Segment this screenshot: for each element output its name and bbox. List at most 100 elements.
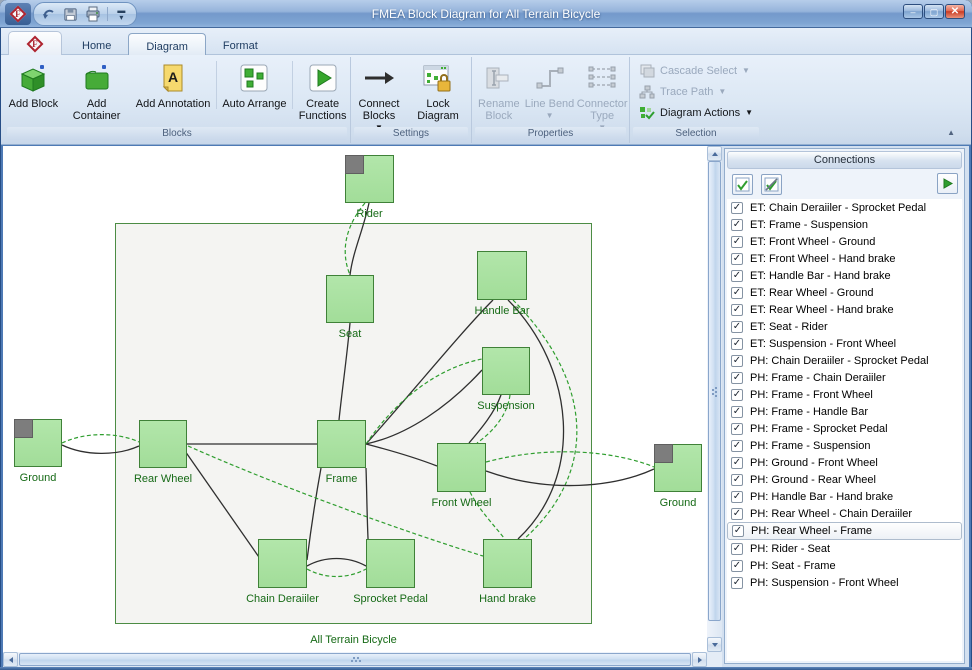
block-chain-deraiiler[interactable]	[258, 539, 307, 588]
connection-list-item[interactable]: ✓PH: Frame - Sprocket Pedal	[727, 420, 962, 437]
minimize-button[interactable]: –	[903, 4, 923, 19]
connection-list-item[interactable]: ✓ET: Handle Bar - Hand brake	[727, 267, 962, 284]
connection-checkbox[interactable]: ✓	[731, 372, 743, 384]
lock-diagram-button[interactable]: Lock Diagram	[405, 58, 471, 127]
scroll-left-button[interactable]	[3, 652, 18, 667]
connection-list-item[interactable]: ✓ET: Frame - Suspension	[727, 216, 962, 233]
connection-line[interactable]	[366, 370, 482, 444]
vertical-scrollbar[interactable]	[707, 146, 722, 652]
connection-line[interactable]	[307, 468, 321, 560]
tab-home[interactable]: Home	[65, 33, 128, 55]
connection-line[interactable]	[62, 445, 139, 453]
connection-list-item[interactable]: ✓PH: Handle Bar - Hand brake	[727, 488, 962, 505]
auto-arrange-button[interactable]: Auto Arrange	[219, 58, 291, 127]
connection-list-item[interactable]: ✓PH: Frame - Chain Deraiiler	[727, 369, 962, 386]
connection-checkbox[interactable]: ✓	[731, 423, 743, 435]
connection-line[interactable]	[513, 300, 577, 539]
connection-list-item[interactable]: ✓PH: Rider - Seat	[727, 540, 962, 557]
connection-line[interactable]	[307, 569, 366, 577]
connection-checkbox[interactable]: ✓	[731, 491, 743, 503]
connection-checkbox[interactable]: ✓	[731, 440, 743, 452]
connection-line[interactable]	[486, 452, 654, 467]
connection-list-item[interactable]: ✓PH: Rear Wheel - Chain Deraiiler	[727, 505, 962, 522]
ribbon-collapse-button[interactable]: ▲	[941, 127, 961, 138]
block-ground[interactable]	[14, 419, 62, 467]
connection-checkbox[interactable]: ✓	[731, 338, 743, 350]
connection-checkbox[interactable]: ✓	[731, 355, 743, 367]
connection-list-item[interactable]: ✓PH: Seat - Frame	[727, 557, 962, 574]
connection-checkbox[interactable]: ✓	[731, 457, 743, 469]
rename-block-button[interactable]: Rename Block	[474, 58, 524, 127]
block-front-wheel[interactable]	[437, 443, 486, 492]
connection-list-item[interactable]: ✓PH: Frame - Suspension	[727, 437, 962, 454]
connection-checkbox[interactable]: ✓	[731, 543, 743, 555]
block-sprocket-pedal[interactable]	[366, 539, 415, 588]
app-logo-icon[interactable]: F	[5, 3, 31, 25]
uncheck-all-button[interactable]	[761, 174, 782, 195]
diagram-canvas[interactable]: RiderSeatHandle BarSuspensionFrameRear W…	[3, 146, 707, 652]
cascade-select-button[interactable]: Cascade Select ▼	[632, 60, 760, 81]
trace-path-button[interactable]: Trace Path ▼	[632, 81, 760, 102]
connection-list-item[interactable]: ✓PH: Suspension - Front Wheel	[727, 574, 962, 591]
connection-line[interactable]	[62, 435, 139, 443]
close-button[interactable]: ✕	[945, 4, 965, 19]
connection-list-item[interactable]: ✓PH: Ground - Rear Wheel	[727, 471, 962, 488]
connection-line[interactable]	[366, 359, 482, 444]
create-functions-button[interactable]: Create Functions	[295, 58, 350, 127]
maximize-button[interactable]: ▢	[924, 4, 944, 19]
connection-list-item[interactable]: ✓ET: Suspension - Front Wheel	[727, 335, 962, 352]
connection-checkbox[interactable]: ✓	[731, 321, 743, 333]
connection-line[interactable]	[508, 300, 564, 539]
connection-checkbox[interactable]: ✓	[731, 577, 743, 589]
connection-checkbox[interactable]: ✓	[731, 474, 743, 486]
line-bend-button[interactable]: Line Bend ▼	[524, 58, 576, 127]
connection-list-item[interactable]: ✓ET: Seat - Rider	[727, 318, 962, 335]
connection-list-item[interactable]: ✓ET: Front Wheel - Ground	[727, 233, 962, 250]
connection-checkbox[interactable]: ✓	[731, 406, 743, 418]
connection-list-item[interactable]: ✓PH: Chain Deraiiler - Sprocket Pedal	[727, 352, 962, 369]
block-handle-bar[interactable]	[477, 251, 527, 300]
connection-checkbox[interactable]: ✓	[731, 560, 743, 572]
connection-checkbox[interactable]: ✓	[731, 287, 743, 299]
horizontal-scrollbar[interactable]	[3, 652, 707, 667]
horizontal-scroll-thumb[interactable]	[19, 653, 691, 666]
print-button[interactable]	[84, 4, 103, 24]
qat-customize-dropdown[interactable]: ▬▾	[112, 4, 131, 24]
block-rear-wheel[interactable]	[139, 420, 187, 468]
connection-list-item[interactable]: ✓ET: Rear Wheel - Ground	[727, 284, 962, 301]
block-rider[interactable]	[345, 155, 394, 203]
connection-checkbox[interactable]: ✓	[731, 236, 743, 248]
connection-checkbox[interactable]: ✓	[731, 304, 743, 316]
save-button[interactable]	[61, 4, 80, 24]
add-container-button[interactable]: Add Container	[61, 58, 133, 127]
scroll-up-button[interactable]	[707, 146, 722, 161]
connection-checkbox[interactable]: ✓	[731, 270, 743, 282]
undo-button[interactable]	[39, 4, 58, 24]
block-seat[interactable]	[326, 275, 374, 323]
scroll-down-button[interactable]	[707, 637, 722, 652]
block-frame[interactable]	[317, 420, 366, 468]
connection-line[interactable]	[366, 300, 493, 444]
connector-type-button[interactable]: Connector Type ▼	[575, 58, 629, 127]
connection-list-item[interactable]: ✓PH: Frame - Handle Bar	[727, 403, 962, 420]
check-all-button[interactable]	[732, 174, 753, 195]
block-ground[interactable]	[654, 444, 702, 492]
tab-diagram[interactable]: Diagram	[128, 33, 206, 55]
connection-checkbox[interactable]: ✓	[731, 508, 743, 520]
connection-line[interactable]	[366, 444, 437, 466]
connection-list-item[interactable]: ✓PH: Ground - Front Wheel	[727, 454, 962, 471]
connection-checkbox[interactable]: ✓	[731, 202, 743, 214]
connection-line[interactable]	[185, 451, 261, 560]
connection-list-item[interactable]: ✓PH: Rear Wheel - Frame	[727, 522, 962, 540]
connection-list-item[interactable]: ✓ET: Chain Deraiiler - Sprocket Pedal	[727, 199, 962, 216]
add-annotation-button[interactable]: A Add Annotation	[132, 58, 213, 127]
connection-line[interactable]	[307, 559, 366, 567]
vertical-scroll-thumb[interactable]	[708, 161, 721, 621]
connection-list-item[interactable]: ✓ET: Rear Wheel - Hand brake	[727, 301, 962, 318]
connection-list-item[interactable]: ✓PH: Frame - Front Wheel	[727, 386, 962, 403]
application-button[interactable]: F	[8, 31, 62, 55]
connection-checkbox[interactable]: ✓	[732, 525, 744, 537]
diagram-actions-button[interactable]: Diagram Actions ▼	[632, 102, 760, 123]
connection-list-item[interactable]: ✓ET: Front Wheel - Hand brake	[727, 250, 962, 267]
block-suspension[interactable]	[482, 347, 530, 395]
